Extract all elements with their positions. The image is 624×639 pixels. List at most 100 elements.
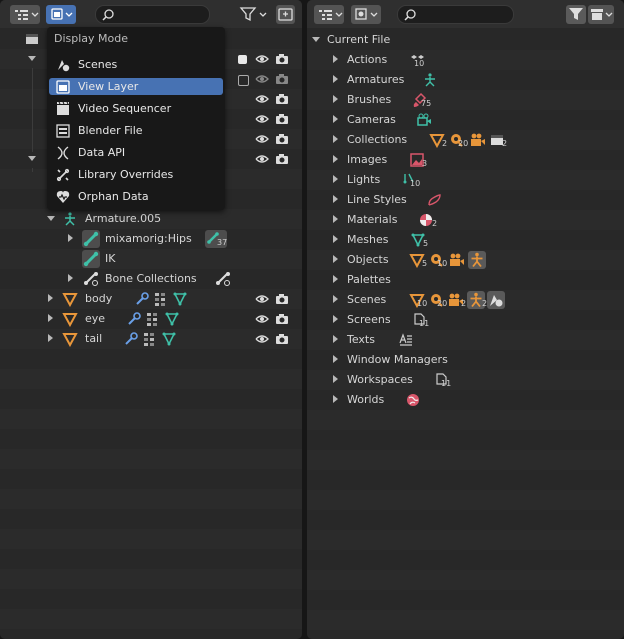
expand-arrow[interactable] xyxy=(333,215,338,223)
camera-icon[interactable] xyxy=(274,151,290,167)
filter-button[interactable] xyxy=(238,5,270,24)
item-label: Brushes xyxy=(347,93,392,106)
expand-arrow[interactable] xyxy=(48,334,53,342)
tree-row-texts[interactable]: Texts xyxy=(307,330,624,350)
expand-arrow[interactable] xyxy=(333,175,338,183)
world-icon xyxy=(407,394,419,406)
item-count: 10 xyxy=(437,259,448,268)
expand-arrow[interactable] xyxy=(333,335,338,343)
tree-row-lights[interactable]: Lights 10 xyxy=(307,170,624,190)
tree-row-armatures[interactable]: Armatures xyxy=(307,70,624,90)
expand-arrow[interactable] xyxy=(333,235,338,243)
filter-button[interactable] xyxy=(566,5,586,24)
camera-icon[interactable] xyxy=(274,91,290,107)
tree-row-worlds[interactable]: Worlds xyxy=(307,390,624,410)
expand-arrow[interactable] xyxy=(333,275,338,283)
tree-row-line-styles[interactable]: Line Styles xyxy=(307,190,624,210)
mesh-data-icon xyxy=(173,292,187,306)
expand-arrow[interactable] xyxy=(312,37,320,42)
editor-type-button[interactable] xyxy=(10,5,40,24)
camera-icon[interactable] xyxy=(274,111,290,127)
orphan-purge-button[interactable] xyxy=(588,5,614,24)
tree-row-brushes[interactable]: Brushes 75 xyxy=(307,90,624,110)
expand-arrow[interactable] xyxy=(48,294,53,302)
item-label: Armatures xyxy=(347,73,405,86)
menu-item-data-api[interactable]: Data API xyxy=(49,144,223,161)
tree-row-current-file[interactable]: Current File xyxy=(307,30,624,50)
eye-icon[interactable] xyxy=(254,151,270,167)
tree-row-body[interactable]: body xyxy=(0,289,302,309)
eye-icon[interactable] xyxy=(254,71,270,87)
tree-row-ik[interactable]: IK xyxy=(0,249,302,269)
tree-row-window-managers[interactable]: Window Managers xyxy=(307,350,624,370)
expand-arrow[interactable] xyxy=(333,295,338,303)
eye-icon[interactable] xyxy=(254,91,270,107)
tree-row-collections[interactable]: Collections 2 20 2 xyxy=(307,130,624,150)
expand-arrow[interactable] xyxy=(333,95,338,103)
camera-icon[interactable] xyxy=(274,51,290,67)
tree-row-eye[interactable]: eye xyxy=(0,309,302,329)
exclude-checkbox[interactable] xyxy=(238,55,247,64)
display-mode-button[interactable] xyxy=(46,5,76,24)
exclude-checkbox[interactable] xyxy=(238,75,249,86)
eye-icon[interactable] xyxy=(254,331,270,347)
camera-icon[interactable] xyxy=(274,291,290,307)
new-collection-button[interactable] xyxy=(276,5,295,24)
tree-row-bone[interactable]: mixamorig:Hips 37 xyxy=(0,229,302,249)
tree-row-palettes[interactable]: Palettes xyxy=(307,270,624,290)
expand-arrow[interactable] xyxy=(333,195,338,203)
eye-icon[interactable] xyxy=(254,131,270,147)
search-input[interactable] xyxy=(397,5,514,24)
search-input[interactable] xyxy=(95,5,210,24)
tree-row-screens[interactable]: Screens 11 xyxy=(307,310,624,330)
display-mode-button[interactable] xyxy=(351,5,381,24)
menu-item-library-overrides[interactable]: Library Overrides xyxy=(49,166,223,183)
expand-arrow[interactable] xyxy=(333,255,338,263)
camera-icon[interactable] xyxy=(274,331,290,347)
camera-icon[interactable] xyxy=(274,311,290,327)
expand-arrow[interactable] xyxy=(333,75,338,83)
menu-item-orphan-data[interactable]: Orphan Data xyxy=(49,188,223,205)
eye-icon[interactable] xyxy=(254,111,270,127)
camera-icon[interactable] xyxy=(274,71,290,87)
tree-row-meshes[interactable]: Meshes 5 xyxy=(307,230,624,250)
tree-row-actions[interactable]: Actions 10 xyxy=(307,50,624,70)
menu-item-blender-file[interactable]: Blender File xyxy=(49,122,223,139)
camera-icon[interactable] xyxy=(274,131,290,147)
menu-item-video-sequencer[interactable]: Video Sequencer xyxy=(49,100,223,117)
tree-row-materials[interactable]: Materials 2 xyxy=(307,210,624,230)
expand-arrow[interactable] xyxy=(333,135,338,143)
eye-icon[interactable] xyxy=(254,291,270,307)
tree-row-images[interactable]: Images 3 xyxy=(307,150,624,170)
tree-row-armature[interactable]: Armature.005 xyxy=(0,209,302,229)
camera-object-icon xyxy=(450,253,464,266)
expand-arrow[interactable] xyxy=(333,355,338,363)
menu-item-scenes[interactable]: Scenes xyxy=(49,56,223,73)
editor-type-button[interactable] xyxy=(314,5,344,24)
expand-arrow[interactable] xyxy=(68,234,73,242)
expand-arrow[interactable] xyxy=(333,315,338,323)
expand-arrow[interactable] xyxy=(48,314,53,322)
expand-arrow[interactable] xyxy=(333,155,338,163)
expand-arrow[interactable] xyxy=(333,375,338,383)
tree-row xyxy=(0,629,302,639)
tree-row-tail[interactable]: tail xyxy=(0,329,302,349)
tree-row-cameras[interactable]: Cameras xyxy=(307,110,624,130)
outliner-header xyxy=(0,0,302,28)
mesh-object-icon xyxy=(62,313,78,327)
tree-row-objects[interactable]: Objects 5 10 xyxy=(307,250,624,270)
tree-row-bone-collections[interactable]: Bone Collections xyxy=(0,269,302,289)
expand-arrow[interactable] xyxy=(28,56,36,61)
eye-icon[interactable] xyxy=(254,311,270,327)
expand-arrow[interactable] xyxy=(68,274,73,282)
eye-icon[interactable] xyxy=(254,51,270,67)
expand-arrow[interactable] xyxy=(333,115,338,123)
expand-arrow[interactable] xyxy=(28,156,36,161)
expand-arrow[interactable] xyxy=(47,216,55,221)
filter-icon xyxy=(569,8,583,20)
tree-row-scenes[interactable]: Scenes 10 20 2 2 xyxy=(307,290,624,310)
expand-arrow[interactable] xyxy=(333,55,338,63)
expand-arrow[interactable] xyxy=(333,395,338,403)
tree-row-workspaces[interactable]: Workspaces 11 xyxy=(307,370,624,390)
menu-item-view-layer[interactable]: View Layer xyxy=(49,78,223,95)
